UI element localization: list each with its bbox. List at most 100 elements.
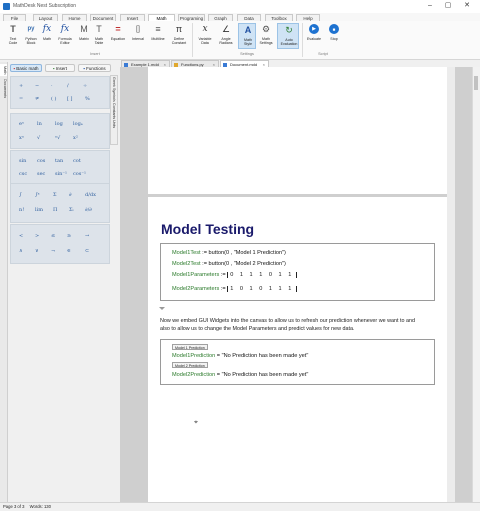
variable-data-button[interactable]: x Variable Data — [196, 23, 214, 49]
or-button[interactable]: ∨ — [35, 248, 39, 254]
math-row-model2-parameters[interactable]: Model2Parameters := 1 0 1 0 1 1 1 — [172, 286, 297, 292]
model1-prediction-button[interactable]: Model 1 Prediction — [172, 344, 208, 350]
side-tab-units[interactable]: Units — [112, 120, 116, 128]
arrow-button[interactable]: → — [85, 233, 89, 239]
equation-button[interactable]: = Equation — [109, 23, 127, 49]
angle-icon: ∠ — [221, 23, 231, 34]
nth-root-button[interactable]: ⁿ√ — [55, 135, 60, 141]
math-settings-button[interactable]: ⚙ Math Settings — [257, 23, 275, 49]
tab-data[interactable]: Data — [237, 14, 261, 21]
csc-button[interactable]: csc — [19, 171, 27, 177]
definite-integral-button[interactable]: ∫ᵃ — [35, 192, 40, 198]
vtab-math[interactable]: Math — [0, 64, 7, 76]
indexed-sum-button[interactable]: Σᵢ — [69, 207, 74, 213]
less-than-button[interactable]: < — [19, 233, 23, 239]
tab-layout[interactable]: Layout — [33, 14, 58, 21]
close-icon[interactable]: ✕ — [461, 1, 473, 11]
greater-equal-button[interactable]: ≥ — [67, 233, 71, 239]
partial-button[interactable]: ∂ — [69, 192, 72, 198]
tab-graph[interactable]: Graph — [208, 14, 233, 21]
exp-button[interactable]: eˣ — [19, 121, 24, 127]
sqrt-button[interactable]: √ — [37, 135, 40, 141]
less-equal-button[interactable]: ≤ — [51, 233, 55, 239]
angle-radians-button[interactable]: ∠ Angle Radians — [217, 23, 235, 49]
interval-button[interactable]: [] Interval — [129, 23, 147, 49]
and-button[interactable]: ∧ — [19, 248, 23, 254]
cot-button[interactable]: cot — [73, 158, 81, 164]
vertical-scrollbar[interactable] — [472, 67, 480, 502]
paragraph-text[interactable]: Now we embed GUI Widgets into the canvas… — [160, 318, 415, 333]
tab-help[interactable]: Help — [296, 14, 320, 21]
model2-prediction-button[interactable]: Model 2 Prediction — [172, 362, 208, 368]
log-button[interactable]: log — [55, 121, 63, 127]
parentheses-button[interactable]: ( ) — [51, 96, 57, 102]
arcsin-button[interactable]: sin⁻¹ — [55, 171, 67, 177]
formula-editor-button[interactable]: fx Formula Editor — [56, 23, 74, 49]
greater-than-button[interactable]: > — [35, 233, 39, 239]
math-row-model1-test[interactable]: Model1Test := button(0 , "Model 1 Predic… — [172, 250, 286, 256]
tab-insert[interactable]: Insert — [120, 14, 145, 21]
scrollbar-thumb[interactable] — [474, 76, 478, 90]
plus-button[interactable]: + — [19, 83, 23, 89]
panel-tab-functions[interactable]: ▪ Functions — [78, 64, 111, 72]
percent-button[interactable]: % — [85, 96, 90, 102]
panel-tab-insert[interactable]: ▪ Insert — [45, 64, 75, 72]
math-table-button[interactable]: T Math Table — [90, 23, 108, 49]
side-tab-constants[interactable]: Constants — [112, 103, 116, 119]
sum-button[interactable]: Σ — [53, 192, 57, 198]
sec-button[interactable]: sec — [37, 171, 45, 177]
multiline-button[interactable]: ≡ Multiline — [149, 23, 167, 49]
tab-document[interactable]: Document — [90, 14, 116, 21]
subset-button[interactable]: ⊂ — [85, 248, 89, 254]
integral-button[interactable]: ∫ — [19, 192, 22, 198]
divide-button[interactable]: ÷ — [83, 83, 87, 89]
math-row-model1-parameters[interactable]: Model1Parameters := 0 1 1 1 0 1 1 — [172, 272, 297, 278]
limit-button[interactable]: lim — [35, 207, 43, 213]
doc-tab-example[interactable]: Example 1.mdd × — [121, 60, 170, 67]
square-button[interactable]: x² — [73, 135, 78, 141]
math-row-model2-prediction[interactable]: Model2Prediction = "No Prediction has be… — [172, 372, 308, 378]
not-button[interactable]: ¬ — [51, 248, 55, 254]
cos-button[interactable]: cos — [37, 158, 45, 164]
fraction-button[interactable]: / — [67, 83, 69, 89]
side-tab-symbols[interactable]: Symbols — [112, 88, 116, 102]
tan-button[interactable]: tan — [55, 158, 63, 164]
tab-programing[interactable]: Programing — [178, 14, 205, 21]
maximize-icon[interactable]: ▢ — [442, 1, 454, 11]
minus-button[interactable]: − — [35, 83, 39, 89]
tab-file[interactable]: File — [3, 14, 26, 21]
define-constant-button[interactable]: π Define Constant — [170, 23, 188, 49]
equals-button[interactable]: = — [19, 96, 23, 102]
product-button[interactable]: Π — [53, 207, 57, 213]
logic-section: < > ≤ ≥ → ∧ ∨ ¬ ∈ ⊂ — [10, 224, 110, 264]
derivative-button[interactable]: d/dx — [85, 192, 96, 198]
math-style-button[interactable]: A Math Style — [238, 23, 256, 49]
document-icon — [124, 62, 128, 67]
tab-home[interactable]: Home — [62, 14, 87, 21]
power-button[interactable]: xⁿ — [19, 135, 24, 141]
math-row-model1-prediction[interactable]: Model1Prediction = "No Prediction has be… — [172, 353, 308, 359]
minimize-icon[interactable]: – — [424, 1, 436, 11]
element-of-button[interactable]: ∈ — [67, 248, 71, 254]
factorial-button[interactable]: n! — [19, 207, 24, 213]
matrix-icon: M — [80, 24, 88, 34]
arccos-button[interactable]: cos⁻¹ — [73, 171, 86, 177]
doc-tab-document[interactable]: Document.mdd × — [220, 60, 269, 67]
page — [148, 67, 447, 194]
evaluate-button[interactable]: ▶ Evaluate — [305, 23, 323, 49]
sin-button[interactable]: sin — [19, 158, 26, 164]
brackets-button[interactable]: [ ] — [67, 96, 73, 102]
partial-derivative-button[interactable]: ∂/∂ — [85, 207, 92, 213]
side-tab-greek[interactable]: Greek — [112, 77, 116, 87]
tab-toolbox[interactable]: Toolbox — [265, 14, 293, 21]
ln-button[interactable]: ln — [37, 121, 42, 127]
not-equal-button[interactable]: ≠ — [35, 96, 39, 102]
stop-button[interactable]: ■ Stop — [325, 23, 343, 49]
panel-tab-basic-math[interactable]: ▪ Basic math — [10, 64, 42, 72]
multiply-button[interactable]: · — [51, 83, 53, 89]
auto-evaluation-button[interactable]: ↻ Auto Evaluation — [277, 23, 299, 49]
vtab-documents[interactable]: Documents — [0, 78, 7, 100]
math-row-model2-test[interactable]: Model2Test := button(0 , "Model 2 Predic… — [172, 261, 286, 267]
doc-tab-functions[interactable]: Functions.py × — [171, 60, 219, 67]
log-base-button[interactable]: logₐ — [73, 121, 83, 127]
